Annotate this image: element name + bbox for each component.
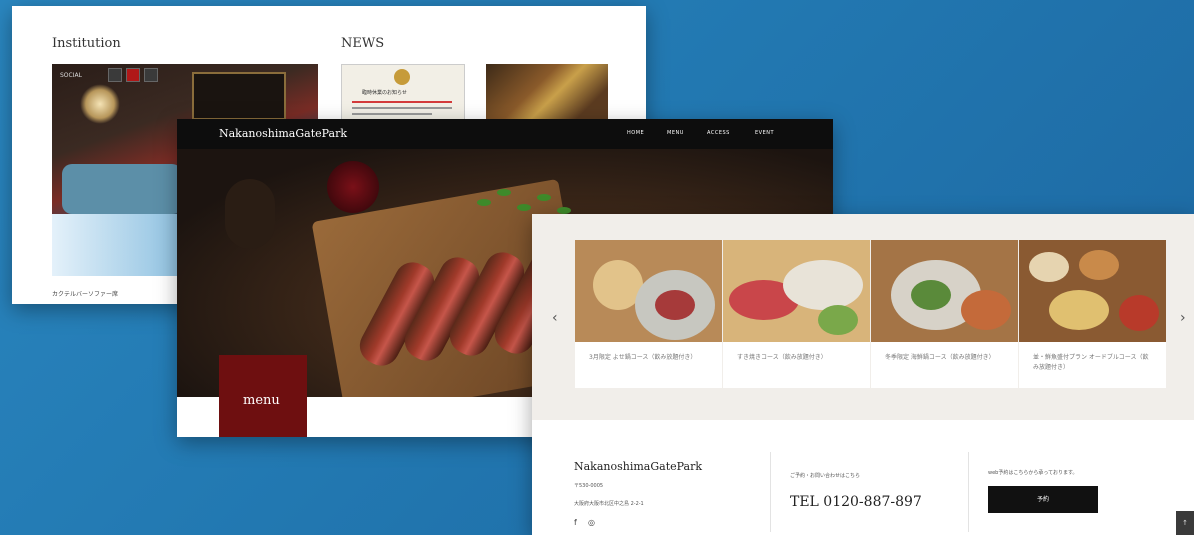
course-photo [871, 240, 1018, 342]
dish-image [655, 290, 695, 320]
slider-next-button[interactable] [143, 68, 158, 82]
dish-image [1049, 290, 1109, 330]
top-nav: NakanoshimaGatePark HOME MENU ACCESS EVE… [177, 119, 833, 149]
sofa-image [62, 164, 182, 214]
pepper-mill-image [225, 179, 275, 249]
dish-image [961, 290, 1011, 330]
news-card-photo[interactable] [486, 64, 608, 124]
dish-image [818, 305, 858, 335]
facebook-icon[interactable]: f [574, 518, 577, 527]
course-caption: 3月限定 よせ鍋コース（飲み放題付き） [589, 354, 697, 361]
news-logo-icon [394, 69, 410, 85]
news-text-line [352, 113, 432, 115]
course-card[interactable]: 3月限定 よせ鍋コース（飲み放題付き） [575, 240, 722, 388]
herb-leaf-image [517, 204, 531, 211]
course-caption: 並・鮮魚盛付プラン オードブルコース（飲み放題付き） [1033, 354, 1149, 371]
brand-logo[interactable]: NakanoshimaGatePark [219, 127, 347, 140]
carousel-prev-icon[interactable]: ‹ [552, 310, 558, 326]
course-photo [1019, 240, 1166, 342]
site-footer: NakanoshimaGatePark 〒530-0005 大阪府大阪市北区中之… [532, 420, 1194, 535]
dish-image [911, 280, 951, 310]
herb-leaf-image [497, 189, 511, 196]
course-carousel: ‹ › 3月限定 よせ鍋コース（飲み放題付き） すき焼きコース（飲み放題付き） [532, 214, 1194, 420]
slider-prev-button[interactable] [107, 68, 122, 82]
nav-event[interactable]: EVENT [755, 130, 774, 136]
slider-label: SOCIAL [60, 71, 82, 79]
instagram-icon[interactable]: ◎ [588, 518, 595, 527]
footer-brand[interactable]: NakanoshimaGatePark [574, 460, 702, 473]
course-photo [575, 240, 722, 342]
news-text-line [352, 107, 452, 109]
wine-glass-image [327, 161, 379, 213]
news-text-line [352, 101, 452, 103]
reserve-button[interactable]: 予約 [988, 486, 1098, 513]
menu-link-box[interactable]: menu [219, 355, 307, 437]
dish-image [783, 260, 863, 310]
tel-number[interactable]: TEL 0120-887-897 [790, 494, 922, 510]
institution-title: Institution [52, 36, 121, 51]
slider-controls: SOCIAL [60, 68, 158, 82]
carousel-next-icon[interactable]: › [1180, 310, 1186, 326]
slider-current-button[interactable] [125, 68, 140, 82]
nav-access[interactable]: ACCESS [707, 130, 730, 136]
scroll-top-button[interactable]: ↑ [1176, 511, 1194, 535]
course-caption: 冬季限定 海鮮鍋コース（飲み放題付き） [885, 354, 995, 361]
course-card[interactable]: 冬季限定 海鮮鍋コース（飲み放題付き） [871, 240, 1018, 388]
footer-divider [968, 452, 969, 532]
dish-image [1119, 295, 1159, 331]
wall-art-image [192, 72, 286, 120]
dish-image [1029, 252, 1069, 282]
course-page-window: ‹ › 3月限定 よせ鍋コース（飲み放題付き） すき焼きコース（飲み放題付き） [532, 214, 1194, 535]
nav-home[interactable]: HOME [627, 130, 644, 136]
herb-leaf-image [477, 199, 491, 206]
web-reserve-note: web予約はこちらから承っております。 [988, 470, 1078, 476]
herb-leaf-image [557, 207, 571, 214]
herb-leaf-image [537, 194, 551, 201]
course-card[interactable]: 並・鮮魚盛付プラン オードブルコース（飲み放題付き） [1019, 240, 1166, 388]
tel-note: ご予約・お問い合わせはこちら [790, 473, 861, 479]
news-card-heading: 臨時休業のお知らせ [362, 90, 407, 96]
menu-label: menu [243, 393, 280, 408]
footer-zip: 〒530-0005 [574, 483, 604, 489]
news-card[interactable]: 臨時休業のお知らせ [341, 64, 465, 126]
lamp-image [80, 84, 120, 124]
course-card[interactable]: すき焼きコース（飲み放題付き） [723, 240, 870, 388]
footer-address: 大阪府大阪市北区中之島 2-2-1 [574, 501, 644, 507]
dish-image [1079, 250, 1119, 280]
footer-divider [770, 452, 771, 532]
course-caption: すき焼きコース（飲み放題付き） [737, 354, 827, 361]
news-title: NEWS [341, 36, 385, 51]
course-photo [723, 240, 870, 342]
institution-caption: カクテルバーソファー席 [52, 291, 119, 298]
nav-menu[interactable]: MENU [667, 130, 684, 136]
